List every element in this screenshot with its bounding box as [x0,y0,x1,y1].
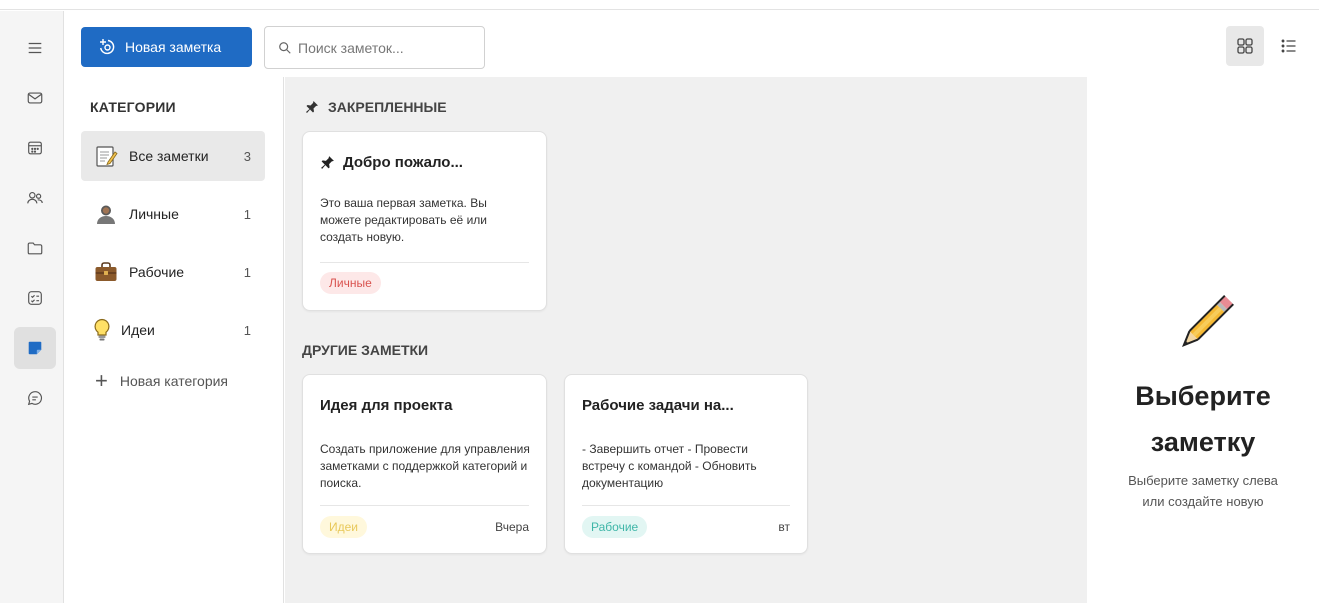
person-icon [93,201,119,227]
categories-title: КАТЕГОРИИ [90,99,176,115]
folder-icon[interactable] [14,227,56,269]
plus-icon: + [95,368,108,393]
category-ideas[interactable]: Идеи 1 [81,305,265,355]
note-title: Рабочие задачи на... [582,397,734,414]
category-label: Рабочие [129,264,185,280]
pin-icon [321,156,334,169]
detail-title-line-2: заметку [1150,427,1256,457]
pin-icon [306,101,318,113]
note-date: Вчера [495,520,529,534]
detail-subtitle: Выберите заметку слева или создайте нову… [1128,473,1278,509]
list-view-icon [1281,39,1296,53]
note-preview: Это ваша первая заметка. Вы можете редак… [320,196,487,244]
category-count: 1 [243,322,251,338]
other-notes-title: ДРУГИЕ ЗАМЕТКИ [302,342,429,358]
category-work[interactable]: Рабочие 1 [81,247,265,297]
category-personal[interactable]: Личные 1 [81,189,265,239]
note-tag: Идеи [320,516,368,538]
new-note-label: Новая заметка [125,39,222,55]
category-label: Все заметки [129,148,209,164]
pencil-icon [1181,295,1234,348]
note-preview: - Завершить отчет - Провести встречу с к… [582,442,757,490]
note-divider [582,505,790,506]
new-category-button[interactable]: + Новая категория [95,368,229,393]
lightbulb-icon [93,317,111,343]
category-label: Личные [129,206,179,222]
note-tag: Личные [320,272,381,294]
top-bar: Новая заметка [65,11,1319,77]
new-note-button[interactable]: Новая заметка [81,27,252,67]
pinned-section-title: ЗАКРЕПЛЕННЫЕ [305,99,447,115]
people-icon[interactable] [14,177,56,219]
grid-view-button[interactable] [1226,26,1264,66]
note-divider [320,262,529,263]
note-title-text: Добро пожало... [343,154,463,171]
window-top-edge [0,0,1319,10]
category-count: 3 [243,148,251,164]
note-tag: Рабочие [582,516,648,538]
search-box[interactable] [264,26,485,69]
note-title: Добро пожало... [320,154,463,171]
category-count: 1 [243,206,251,222]
calendar-icon[interactable] [14,127,56,169]
note-preview: Создать приложение для управления заметк… [320,442,530,490]
tasks-icon[interactable] [14,277,56,319]
note-card[interactable]: Добро пожало... Это ваша первая заметка.… [302,131,547,311]
note-divider [320,505,529,506]
mail-icon[interactable] [14,77,56,119]
list-view-button[interactable] [1270,26,1308,66]
grid-view-icon [1237,38,1253,54]
category-all-notes[interactable]: Все заметки 3 [81,131,265,181]
chat-icon[interactable] [14,377,56,419]
note-card[interactable]: Идея для проекта Создать приложение для … [302,374,547,554]
menu-icon[interactable] [14,27,56,69]
categories-panel: КАТЕГОРИИ Все заметки 3 Личные 1 Рабочие… [65,77,284,603]
notes-area: ЗАКРЕПЛЕННЫЕ Добро пожало... Это ваша пе… [285,77,1087,603]
note-title: Идея для проекта [320,397,453,414]
briefcase-icon [93,259,119,285]
memo-icon [93,143,119,169]
pinned-title-text: ЗАКРЕПЛЕННЫЕ [328,99,447,115]
notes-icon[interactable] [14,327,56,369]
search-input[interactable] [298,39,478,56]
note-date: вт [778,520,790,534]
app-rail [0,11,64,603]
new-note-icon [100,39,115,55]
note-detail-pane: Выберите заметку Выберите заметку слева … [1087,77,1319,603]
search-icon [279,41,291,54]
note-card[interactable]: Рабочие задачи на... - Завершить отчет -… [564,374,808,554]
category-count: 1 [243,264,251,280]
new-category-label: Новая категория [119,373,229,389]
category-label: Идеи [121,322,155,338]
